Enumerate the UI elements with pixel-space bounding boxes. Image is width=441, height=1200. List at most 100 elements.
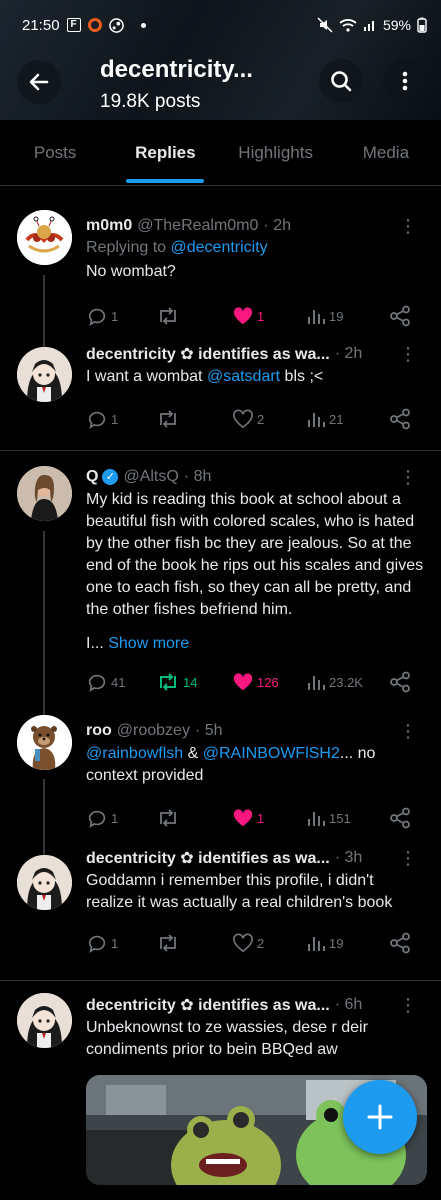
tab-media[interactable]: Media [331,120,441,185]
thread-line [43,531,45,736]
back-button[interactable] [17,60,61,104]
share-button[interactable] [389,305,411,327]
tweet-more-icon[interactable]: ⋮ [399,467,417,488]
repost-button[interactable] [156,408,232,430]
avatar[interactable] [17,347,72,402]
tab-label: Media [362,142,410,162]
mention-link[interactable]: @RAINBOWFlSH2 [203,745,340,762]
anime-character-avatar [17,855,72,910]
views-button[interactable]: 19 [306,306,378,326]
username[interactable]: @TheRealm0m0 [137,217,258,235]
reply-button[interactable]: 1 [86,932,156,954]
tweet-more-icon[interactable]: ⋮ [399,216,417,237]
share-button[interactable] [389,932,411,954]
compose-button[interactable] [343,1080,417,1154]
display-name[interactable]: decentricity ✿ identifies as wa... [86,344,330,364]
tweet[interactable]: roo @roobzey · 5h ⋮ @rainbowflsh & @RAIN… [0,707,441,859]
verified-badge-icon: ✓ [102,469,119,485]
heart-icon [233,409,253,429]
share-button[interactable] [389,408,411,430]
timestamp[interactable]: · 3h [335,849,363,867]
display-name[interactable]: m0m0 [86,217,132,235]
more-options-button[interactable] [383,59,427,103]
views-button[interactable]: 23.2K [306,672,378,692]
like-button[interactable]: 2 [232,409,306,429]
timestamp[interactable]: · 2h [335,345,363,363]
show-more-link[interactable]: Show more [108,635,189,652]
tweet-text: No wombat? [86,263,176,280]
display-name[interactable]: roo [86,722,112,740]
reply-button[interactable]: 1 [86,408,156,430]
tab-posts[interactable]: Posts [0,120,110,185]
share-button[interactable] [389,671,411,693]
tweet-text: Unbeknownst to ze wassies, dese r deir c… [86,1019,368,1058]
share-button[interactable] [389,807,411,829]
notification-ring-icon [87,18,102,32]
display-name[interactable]: decentricity ✿ identifies as wa... [86,848,330,868]
avatar[interactable] [17,993,72,1048]
username[interactable]: @roobzey [117,722,190,740]
mention-link[interactable]: @satsdart [207,368,280,385]
search-button[interactable] [319,59,363,103]
notification-f-icon: F [66,18,81,32]
tweet-meta: decentricity ✿ identifies as wa... · 6h … [86,994,425,1016]
username[interactable]: @AltsQ [123,468,178,486]
tweet[interactable]: decentricity ✿ identifies as wa... · 3h … [0,847,441,981]
tweet-more-icon[interactable]: ⋮ [399,995,417,1016]
reply-icon [88,674,106,692]
avatar[interactable] [17,466,72,521]
timestamp[interactable]: · 5h [195,722,223,740]
tweet-more-icon[interactable]: ⋮ [399,344,417,365]
views-button[interactable]: 19 [306,933,378,953]
share-icon [390,408,410,430]
display-name[interactable]: decentricity ✿ identifies as wa... [86,995,330,1015]
timestamp[interactable]: · 6h [335,996,363,1014]
tweet[interactable]: m0m0 @TheRealm0m0 · 2h ⋮ Replying to @de… [0,187,441,355]
like-button[interactable]: 1 [232,306,306,326]
repost-button[interactable] [156,305,232,327]
reply-count: 1 [111,308,119,324]
tweet[interactable]: Q ✓ @AltsQ · 8h ⋮ My kid is reading this… [0,451,441,736]
views-icon [308,937,325,951]
heart-filled-icon [233,673,253,691]
mention-link[interactable]: @decentricity [171,239,268,256]
tab-highlights[interactable]: Highlights [221,120,331,185]
reply-button[interactable]: 1 [86,807,156,829]
status-time: 21:50 [22,16,60,34]
avatar[interactable] [17,210,72,265]
profile-tabs: Posts Replies Highlights Media [0,120,441,186]
text-part: I want a wombat [86,368,207,385]
like-count: 126 [257,674,279,690]
like-button[interactable]: 126 [232,672,306,692]
repost-button[interactable] [156,807,232,829]
like-count: 2 [257,411,265,427]
repost-icon [160,934,176,952]
like-button[interactable]: 1 [232,808,306,828]
timestamp[interactable]: · 8h [184,468,212,486]
tweet-more-icon[interactable]: ⋮ [399,848,417,869]
reply-button[interactable]: 41 [86,671,156,693]
timestamp[interactable]: · 2h [263,217,291,235]
tweet[interactable]: decentricity ✿ identifies as wa... · 2h … [0,343,441,451]
mute-icon [317,17,333,33]
tweet-more-icon[interactable]: ⋮ [399,721,417,742]
like-button[interactable]: 2 [232,933,306,953]
like-count: 2 [257,935,265,951]
mention-link[interactable]: @rainbowflsh [86,745,183,762]
tweet-actions: 1 1 19 [86,291,425,341]
views-button[interactable]: 21 [306,409,378,429]
anime-character-avatar [17,347,72,402]
signal-icon [363,21,374,31]
wifi-icon [339,19,357,32]
avatar[interactable] [17,855,72,910]
tab-replies[interactable]: Replies [110,120,220,185]
display-name[interactable]: Q [86,468,98,486]
reply-button[interactable]: 1 [86,305,156,327]
repost-button[interactable]: 14 [156,671,232,693]
views-button[interactable]: 151 [306,808,378,828]
post-count: 19.8K posts [100,91,201,112]
share-icon [390,305,410,327]
repost-button[interactable] [156,932,232,954]
avatar[interactable] [17,715,72,770]
tweet-actions: 1 2 21 [86,394,425,444]
